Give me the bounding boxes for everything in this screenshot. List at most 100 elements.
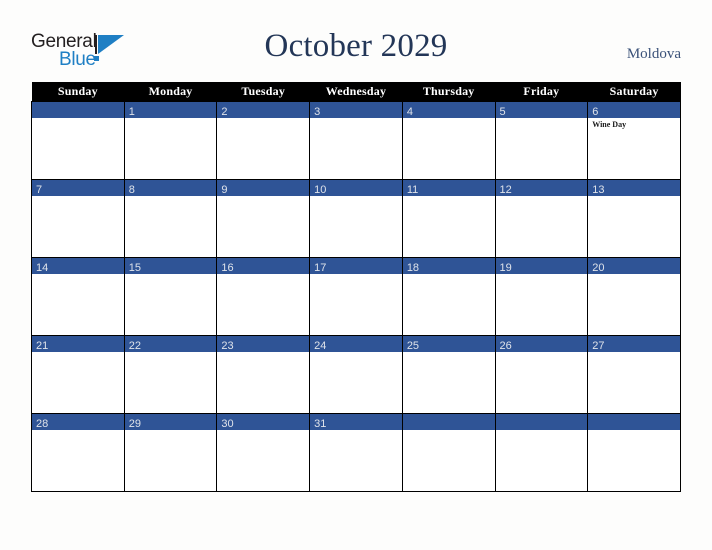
day-number-bar: 6 bbox=[588, 102, 680, 118]
day-number-bar bbox=[588, 414, 680, 430]
day-cell-content: 5 bbox=[495, 102, 588, 179]
day-number-bar: 29 bbox=[124, 414, 217, 430]
day-number: 25 bbox=[406, 340, 420, 352]
weekday-header-saturday: Saturday bbox=[587, 82, 681, 102]
day-cell-content: 22 bbox=[124, 336, 217, 413]
calendar-day-cell[interactable]: 30 bbox=[216, 413, 311, 492]
day-number-bar: 7 bbox=[32, 180, 124, 196]
day-number-bar: 22 bbox=[124, 336, 217, 352]
day-cell-content: 28 bbox=[32, 414, 124, 491]
day-cell-content: 10 bbox=[310, 180, 402, 257]
calendar-day-cell[interactable]: 28 bbox=[31, 413, 125, 492]
day-number-bar: 15 bbox=[124, 258, 217, 274]
day-number: 11 bbox=[406, 184, 419, 196]
calendar-empty-cell bbox=[401, 413, 496, 492]
calendar-day-cell[interactable]: 6 Wine Day bbox=[587, 101, 681, 180]
day-number: 24 bbox=[314, 340, 327, 352]
calendar-day-cell[interactable]: 9 bbox=[216, 179, 311, 258]
day-events bbox=[125, 118, 217, 120]
day-events bbox=[496, 430, 588, 432]
day-number-bar: 17 bbox=[310, 258, 402, 274]
day-events bbox=[217, 196, 309, 198]
day-cell-content: 23 bbox=[217, 336, 310, 413]
day-number: 30 bbox=[221, 418, 234, 430]
calendar-week-row: 28 29 30 31 bbox=[31, 413, 681, 492]
calendar-day-cell[interactable]: 8 bbox=[123, 179, 218, 258]
day-events bbox=[496, 118, 588, 120]
day-cell-content: 6 Wine Day bbox=[588, 102, 680, 179]
calendar-day-cell[interactable]: 23 bbox=[216, 335, 311, 414]
day-number: 31 bbox=[314, 418, 327, 430]
calendar-day-cell[interactable]: 31 bbox=[309, 413, 403, 492]
weekday-header-row: Sunday Monday Tuesday Wednesday Thursday… bbox=[31, 82, 681, 102]
day-number-bar: 11 bbox=[402, 180, 495, 196]
day-number-bar: 19 bbox=[495, 258, 588, 274]
calendar-day-cell[interactable]: 4 bbox=[401, 101, 496, 180]
calendar-body: 1 2 3 4 5 6 Wine Day 7 8 9 10 11 12 13 14 15 16 17 18 19 20 2… bbox=[31, 101, 681, 492]
calendar-day-cell[interactable]: 16 bbox=[216, 257, 311, 336]
calendar-day-cell[interactable]: 14 bbox=[31, 257, 125, 336]
day-number: 12 bbox=[499, 184, 512, 196]
calendar-week-row: 7 8 9 10 11 12 13 bbox=[31, 179, 681, 258]
calendar-day-cell[interactable]: 19 bbox=[494, 257, 589, 336]
calendar-day-cell[interactable]: 15 bbox=[123, 257, 218, 336]
day-number-bar: 13 bbox=[588, 180, 680, 196]
day-cell-content: 11 bbox=[402, 180, 495, 257]
calendar-day-cell[interactable]: 20 bbox=[587, 257, 681, 336]
calendar-day-cell[interactable]: 13 bbox=[587, 179, 681, 258]
calendar-day-cell[interactable]: 22 bbox=[123, 335, 218, 414]
calendar-day-cell[interactable]: 27 bbox=[587, 335, 681, 414]
day-number: 27 bbox=[592, 340, 605, 352]
calendar-day-cell[interactable]: 7 bbox=[31, 179, 125, 258]
calendar-day-cell[interactable]: 25 bbox=[401, 335, 496, 414]
weekday-header-friday: Friday bbox=[495, 82, 588, 102]
day-number-bar: 24 bbox=[310, 336, 402, 352]
calendar-day-cell[interactable]: 3 bbox=[309, 101, 403, 180]
day-cell-content: 14 bbox=[32, 258, 124, 335]
day-number: 15 bbox=[128, 262, 141, 274]
calendar-day-cell[interactable]: 26 bbox=[494, 335, 589, 414]
calendar-day-cell[interactable]: 5 bbox=[494, 101, 589, 180]
day-number-bar: 4 bbox=[402, 102, 495, 118]
calendar-day-cell[interactable]: 18 bbox=[401, 257, 496, 336]
day-number-bar: 20 bbox=[588, 258, 680, 274]
page-title: October 2029 bbox=[264, 28, 448, 64]
day-number: 17 bbox=[314, 262, 327, 274]
day-number-bar: 31 bbox=[310, 414, 402, 430]
day-number-bar: 5 bbox=[495, 102, 588, 118]
day-cell-content: 7 bbox=[32, 180, 124, 257]
day-number-bar: 9 bbox=[217, 180, 310, 196]
calendar-day-cell[interactable]: 17 bbox=[309, 257, 403, 336]
day-number: 20 bbox=[592, 262, 605, 274]
day-cell-content: 24 bbox=[310, 336, 402, 413]
day-cell-content: 3 bbox=[310, 102, 402, 179]
day-number-bar bbox=[402, 414, 495, 430]
event-label: Wine Day bbox=[592, 120, 627, 129]
day-number-bar: 21 bbox=[32, 336, 124, 352]
day-cell-content: 20 bbox=[588, 258, 680, 335]
day-cell-content: 29 bbox=[124, 414, 217, 491]
day-cell-content: 21 bbox=[32, 336, 124, 413]
weekday-header-thursday: Thursday bbox=[402, 82, 496, 102]
calendar-day-cell[interactable]: 11 bbox=[401, 179, 496, 258]
day-events: Wine Day bbox=[588, 118, 680, 130]
day-cell-content: 15 bbox=[124, 258, 217, 335]
calendar-day-cell[interactable]: 24 bbox=[309, 335, 403, 414]
day-cell-content: 8 bbox=[124, 180, 217, 257]
calendar-day-cell[interactable]: 29 bbox=[123, 413, 218, 492]
weekday-header-sunday: Sunday bbox=[31, 82, 125, 102]
day-number-bar: 26 bbox=[495, 336, 588, 352]
day-number-bar: 23 bbox=[217, 336, 310, 352]
calendar-day-cell[interactable]: 10 bbox=[309, 179, 403, 258]
country-label: Moldova bbox=[626, 46, 681, 62]
calendar-day-cell[interactable]: 2 bbox=[216, 101, 311, 180]
calendar-day-cell[interactable]: 21 bbox=[31, 335, 125, 414]
day-number-bar: 10 bbox=[310, 180, 402, 196]
day-number: 7 bbox=[36, 184, 43, 196]
day-cell-content: 2 bbox=[217, 102, 310, 179]
calendar-day-cell[interactable]: 1 bbox=[123, 101, 218, 180]
day-number-bar: 18 bbox=[402, 258, 495, 274]
weekday-header-monday: Monday bbox=[124, 82, 217, 102]
calendar-day-cell[interactable]: 12 bbox=[494, 179, 589, 258]
day-cell-content: 31 bbox=[310, 414, 402, 491]
